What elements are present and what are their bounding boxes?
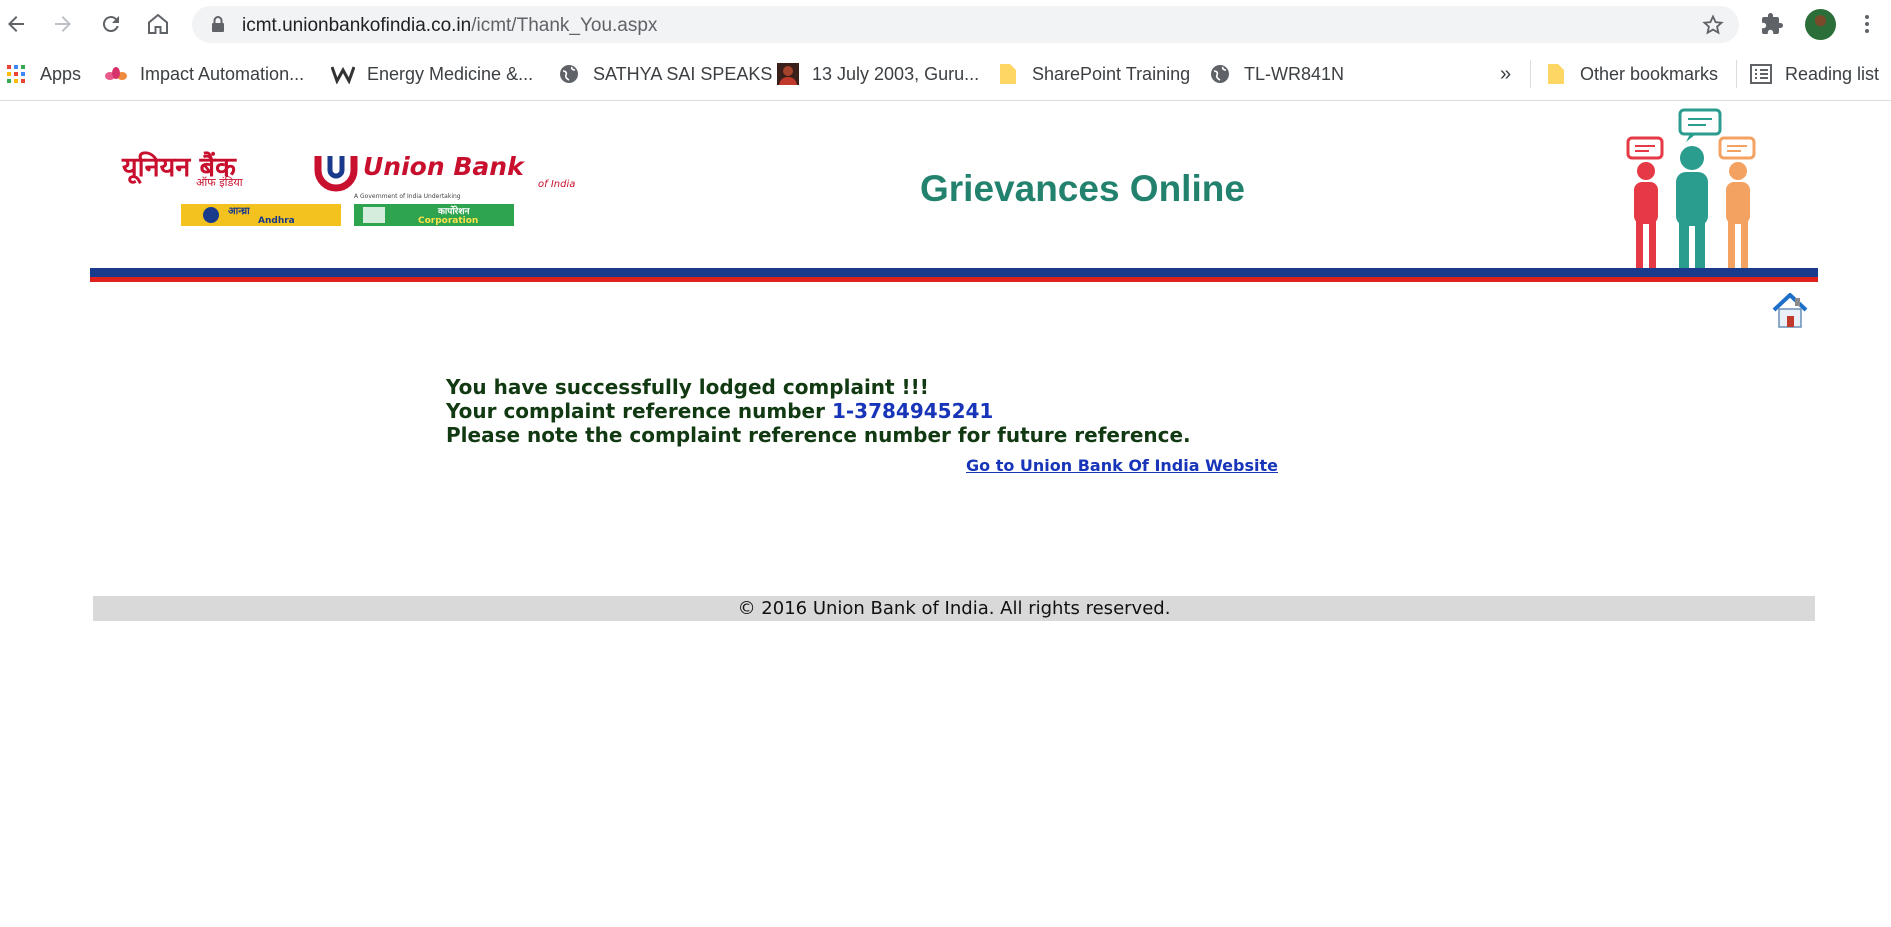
folder-icon (996, 62, 1020, 86)
note-line: Please note the complaint reference numb… (446, 423, 1191, 447)
page-header: यूनियन बैंक ऑफ इंडिया Union Bank of Indi… (90, 100, 1818, 270)
bookmarks-overflow-button[interactable]: » (1500, 60, 1511, 88)
overflow-chevron-icon: » (1500, 62, 1512, 85)
globe-icon (1208, 62, 1232, 86)
logo-english-sub: of India (538, 179, 575, 190)
bookmarks-bar: Apps Impact Automation... Energy Medicin… (0, 48, 1891, 101)
reload-button[interactable] (95, 8, 127, 40)
logo-english-text: Union Bank (363, 152, 525, 181)
home-icon (148, 13, 168, 34)
bookmark-label: Energy Medicine &... (367, 63, 534, 84)
stripe-blue (90, 268, 1818, 277)
stripe-red (90, 277, 1818, 282)
reading-list-icon (1749, 62, 1773, 86)
logo-tagline: A Government of India Undertaking (354, 193, 461, 200)
bookmark-13-july[interactable]: 13 July 2003, Guru... (776, 60, 979, 88)
bookmark-label: TL-WR841N (1244, 63, 1345, 84)
profile-avatar[interactable] (1805, 9, 1836, 40)
bookmarks-divider (1736, 60, 1737, 88)
bookmarks-divider (1530, 60, 1531, 88)
other-bookmarks-label: Other bookmarks (1580, 63, 1719, 84)
bookmark-label: Impact Automation... (140, 63, 305, 84)
reading-list-button[interactable]: Reading list (1749, 60, 1879, 88)
logo-hindi-sub: ऑफ इंडिया (196, 176, 243, 189)
globe-icon (557, 62, 581, 86)
andhra-hindi-text: आन्ध्रा (228, 206, 250, 217)
menu-button[interactable] (1851, 8, 1883, 40)
browser-toolbar: icmt.unionbankofindia.co.in/icmt/Thank_Y… (0, 0, 1891, 48)
w-logo-icon (331, 62, 355, 86)
forward-arrow-icon (55, 16, 71, 32)
bookmark-tl-wr841n[interactable]: TL-WR841N (1208, 60, 1344, 88)
reload-icon (102, 16, 119, 33)
union-bank-website-link[interactable]: Go to Union Bank Of India Website (966, 456, 1278, 475)
bookmark-energy-medicine[interactable]: Energy Medicine &... (331, 60, 533, 88)
corporation-text: Corporation (418, 216, 478, 226)
bookmark-label: SharePoint Training (1032, 63, 1191, 84)
bookmark-apps[interactable]: Apps (4, 60, 81, 88)
bookmark-label: SATHYA SAI SPEAKS (593, 63, 773, 84)
reading-list-label: Reading list (1785, 63, 1880, 84)
folder-icon (1544, 62, 1568, 86)
forward-button[interactable] (47, 8, 79, 40)
url-path: /icmt/Thank_You.aspx (471, 15, 658, 36)
home-link-icon[interactable] (1770, 290, 1810, 330)
kebab-menu-icon (1865, 15, 1869, 33)
andhra-text: Andhra (258, 216, 295, 226)
bookmark-star-icon[interactable] (1701, 13, 1725, 41)
back-arrow-icon (8, 16, 24, 32)
reference-label: Your complaint reference number (446, 399, 832, 423)
people-talking-illustration (1620, 108, 1765, 270)
extensions-button[interactable] (1756, 8, 1788, 40)
success-line: You have successfully lodged complaint !… (446, 375, 929, 399)
url-text[interactable]: icmt.unionbankofindia.co.in/icmt/Thank_Y… (242, 15, 657, 37)
lotus-icon (104, 62, 128, 86)
union-bank-logo: यूनियन बैंक ऑफ इंडिया Union Bank of Indi… (118, 144, 583, 226)
page-footer: © 2016 Union Bank of India. All rights r… (93, 596, 1815, 621)
bookmark-impact-automation[interactable]: Impact Automation... (104, 60, 304, 88)
bookmark-sharepoint-training[interactable]: SharePoint Training (996, 60, 1190, 88)
u-emblem-icon (314, 156, 358, 192)
bookmark-sathya-sai[interactable]: SATHYA SAI SPEAKS (557, 60, 772, 88)
lock-icon (210, 15, 226, 37)
other-bookmarks[interactable]: Other bookmarks (1544, 60, 1718, 88)
puzzle-icon (1762, 13, 1783, 34)
header-divider-stripe (90, 268, 1818, 284)
complaint-reference-number: 1-3784945241 (831, 399, 994, 423)
address-bar[interactable]: icmt.unionbankofindia.co.in/icmt/Thank_Y… (192, 6, 1739, 43)
apps-grid-icon (4, 62, 28, 86)
confirmation-message: You have successfully lodged complaint !… (446, 375, 1346, 447)
back-button[interactable] (0, 8, 32, 40)
bookmark-label: 13 July 2003, Guru... (812, 63, 980, 84)
url-host: icmt.unionbankofindia.co.in (242, 15, 472, 36)
home-button[interactable] (142, 8, 174, 40)
person-icon (776, 62, 800, 86)
page-title: Grievances Online (920, 168, 1245, 209)
bookmark-label: Apps (40, 63, 82, 84)
reference-line: Your complaint reference number 1-378494… (446, 399, 1346, 423)
